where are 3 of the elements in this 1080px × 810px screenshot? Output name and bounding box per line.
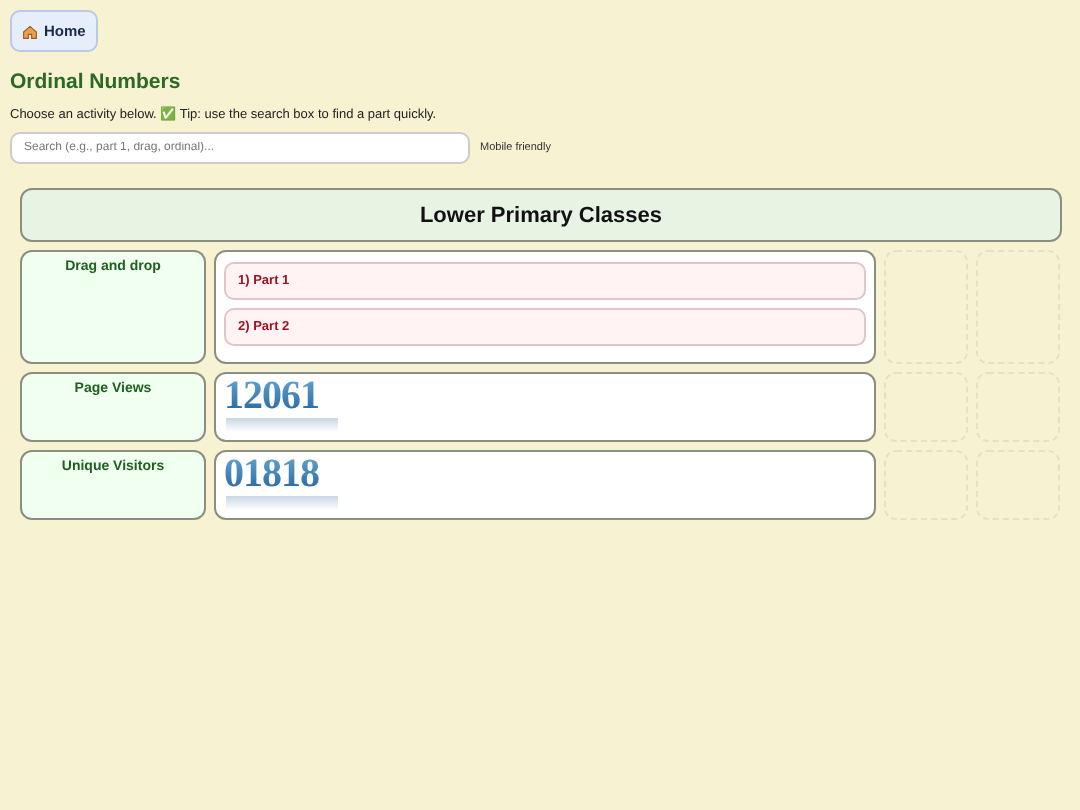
section-header: Lower Primary Classes [20, 188, 1062, 242]
house-icon [22, 23, 38, 39]
page-title: Ordinal Numbers [10, 70, 183, 94]
